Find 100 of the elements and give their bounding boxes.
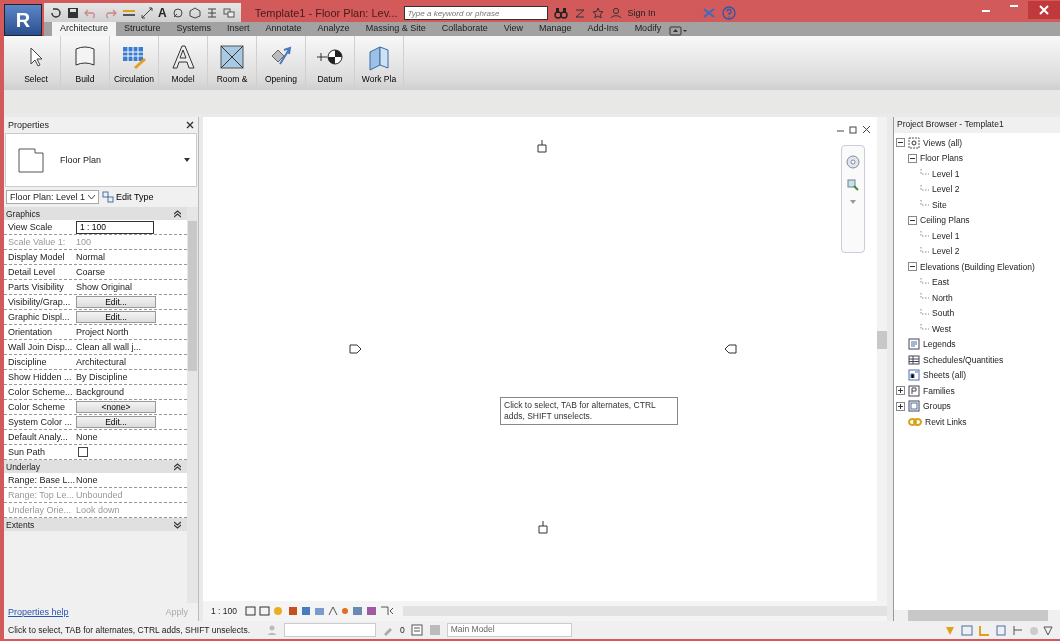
scrollbar[interactable] (877, 117, 887, 601)
save-icon[interactable] (67, 7, 79, 19)
property-name: Wall Join Disp... (7, 342, 74, 352)
elevation-marker-icon[interactable] (349, 343, 363, 355)
room-icon (217, 42, 247, 72)
scrollbar[interactable] (187, 207, 198, 603)
elevation-marker-icon[interactable] (723, 343, 737, 355)
ribbon-tab[interactable]: Massing & Site (357, 22, 434, 36)
tree-toggle-icon[interactable] (896, 138, 905, 148)
checkbox[interactable] (78, 447, 88, 457)
tree-toggle-icon[interactable] (896, 386, 905, 396)
restore-icon[interactable] (849, 125, 858, 134)
tree-item[interactable]: East (932, 277, 949, 288)
tree-item[interactable]: Level 1 (932, 230, 960, 241)
tree-item[interactable]: Level 2 (932, 184, 960, 195)
3d-view-icon[interactable] (188, 7, 201, 19)
windows-icon[interactable] (222, 7, 235, 19)
tree-item[interactable]: Ceiling Plans (920, 215, 970, 226)
tree-item[interactable]: Sheets (all) (923, 370, 966, 381)
tree-toggle-icon[interactable] (908, 153, 917, 163)
tree-item[interactable]: South (932, 308, 955, 319)
tree-item[interactable]: Elevations (Building Elevation) (920, 261, 1035, 272)
collapse-chevron-icon[interactable] (174, 520, 181, 529)
ribbon-tab[interactable]: Collaborate (433, 22, 496, 36)
caret-icon[interactable] (850, 200, 856, 204)
collapse-chevron-icon[interactable] (174, 209, 181, 218)
ribbon-button[interactable]: Work Pla (355, 36, 404, 90)
tree-item[interactable]: Views (all) (923, 137, 963, 148)
ribbon-tab[interactable]: Add-Ins (579, 22, 627, 36)
property-name: Detail Level (7, 267, 57, 277)
sheet-icon (908, 369, 920, 382)
tree-item[interactable]: Site (932, 199, 947, 210)
design-options-icon[interactable] (410, 624, 423, 636)
property-name: Scale Value 1: (7, 237, 67, 247)
ribbon-tab[interactable]: Systems (168, 22, 220, 36)
elevation-marker-icon[interactable] (537, 520, 549, 534)
tree-toggle-icon[interactable] (908, 262, 917, 272)
tree-item[interactable]: Revit Links (925, 416, 967, 427)
group-icon (908, 400, 920, 413)
ribbon-tab[interactable]: Manage (531, 22, 580, 36)
ribbon-tab[interactable]: Architecture (52, 22, 117, 36)
type-selector[interactable]: Floor Plan (5, 133, 197, 187)
ribbon-tab[interactable]: Annotate (257, 22, 310, 36)
instance-dropdown[interactable]: Floor Plan: Level 1 (6, 190, 100, 204)
help-link[interactable]: Properties help (8, 607, 69, 617)
property-button[interactable]: Edit... (76, 311, 156, 323)
tree-toggle-icon[interactable] (908, 215, 917, 225)
group-header[interactable]: Graphics (4, 207, 187, 220)
tree-toggle-icon[interactable] (896, 401, 905, 411)
ribbon-button[interactable]: Room & (208, 36, 257, 90)
panel-toggle-icon[interactable] (669, 26, 688, 36)
star-icon[interactable] (591, 7, 604, 19)
zoom-icon[interactable] (846, 178, 860, 192)
close-icon[interactable] (1028, 1, 1060, 19)
group-header[interactable]: Extents (4, 518, 187, 531)
user-icon[interactable] (609, 7, 622, 19)
tree-item[interactable]: Level 2 (932, 246, 960, 257)
ribbon-tab[interactable]: Insert (219, 22, 258, 36)
text-tool-button[interactable]: A (158, 6, 167, 20)
steering-wheel-icon[interactable] (845, 154, 861, 170)
tree-item[interactable]: West (932, 323, 952, 334)
ribbon-tab[interactable]: Analyze (309, 22, 358, 36)
ribbon-tab[interactable]: View (495, 22, 532, 36)
tree-item[interactable]: North (932, 292, 953, 303)
tag-icon[interactable] (171, 7, 184, 19)
property-field[interactable]: 1 : 100 (76, 220, 154, 234)
tree-item[interactable]: Groups (923, 401, 951, 412)
close-icon[interactable] (186, 121, 194, 129)
open-icon[interactable] (50, 7, 62, 19)
sign-in-button[interactable]: Sign In (627, 8, 656, 18)
status-value: 0 (400, 625, 405, 635)
model-dropdown[interactable]: Main Model (446, 623, 572, 637)
edit-type-button[interactable]: Edit Type (102, 191, 154, 203)
measure-icon[interactable] (122, 7, 136, 19)
ribbon-tab[interactable]: Structure (116, 22, 169, 36)
selection-filters-drawing[interactable] (944, 623, 1054, 637)
group-header[interactable]: Underlay (4, 460, 187, 473)
property-button[interactable]: Edit... (76, 416, 156, 428)
view-controls-drawing[interactable] (245, 605, 395, 617)
section-icon[interactable] (205, 7, 218, 19)
dropdown-caret-icon (184, 158, 190, 162)
scrollbar[interactable] (894, 610, 1060, 621)
tree-item[interactable]: Schedules/Quantities (923, 354, 1004, 365)
search-field[interactable]: Type a keyword or phrase (403, 6, 548, 20)
tree-item[interactable]: Families (923, 385, 955, 396)
tree-item[interactable]: Level 1 (932, 168, 960, 179)
property-button[interactable]: <none> (76, 401, 156, 413)
tree-item[interactable]: Legends (923, 339, 956, 350)
close-icon[interactable] (862, 125, 871, 134)
application-menu-button[interactable]: R (4, 4, 42, 36)
property-button[interactable]: Edit... (76, 296, 156, 308)
property-name: Graphic Displ... (7, 312, 71, 322)
ribbon-tab[interactable]: Modify (626, 22, 670, 36)
tree-item[interactable]: Floor Plans (920, 153, 963, 164)
binoculars-icon[interactable] (553, 7, 568, 19)
view-scale[interactable]: 1 : 100 (211, 606, 237, 616)
elevation-marker-icon[interactable] (536, 139, 548, 153)
drawing-canvas[interactable]: Click to select, TAB for alternates, CTRL adds, SHIFT unselects. (203, 117, 887, 601)
dimension-icon[interactable] (141, 7, 153, 19)
collapse-chevron-icon[interactable] (174, 462, 181, 471)
